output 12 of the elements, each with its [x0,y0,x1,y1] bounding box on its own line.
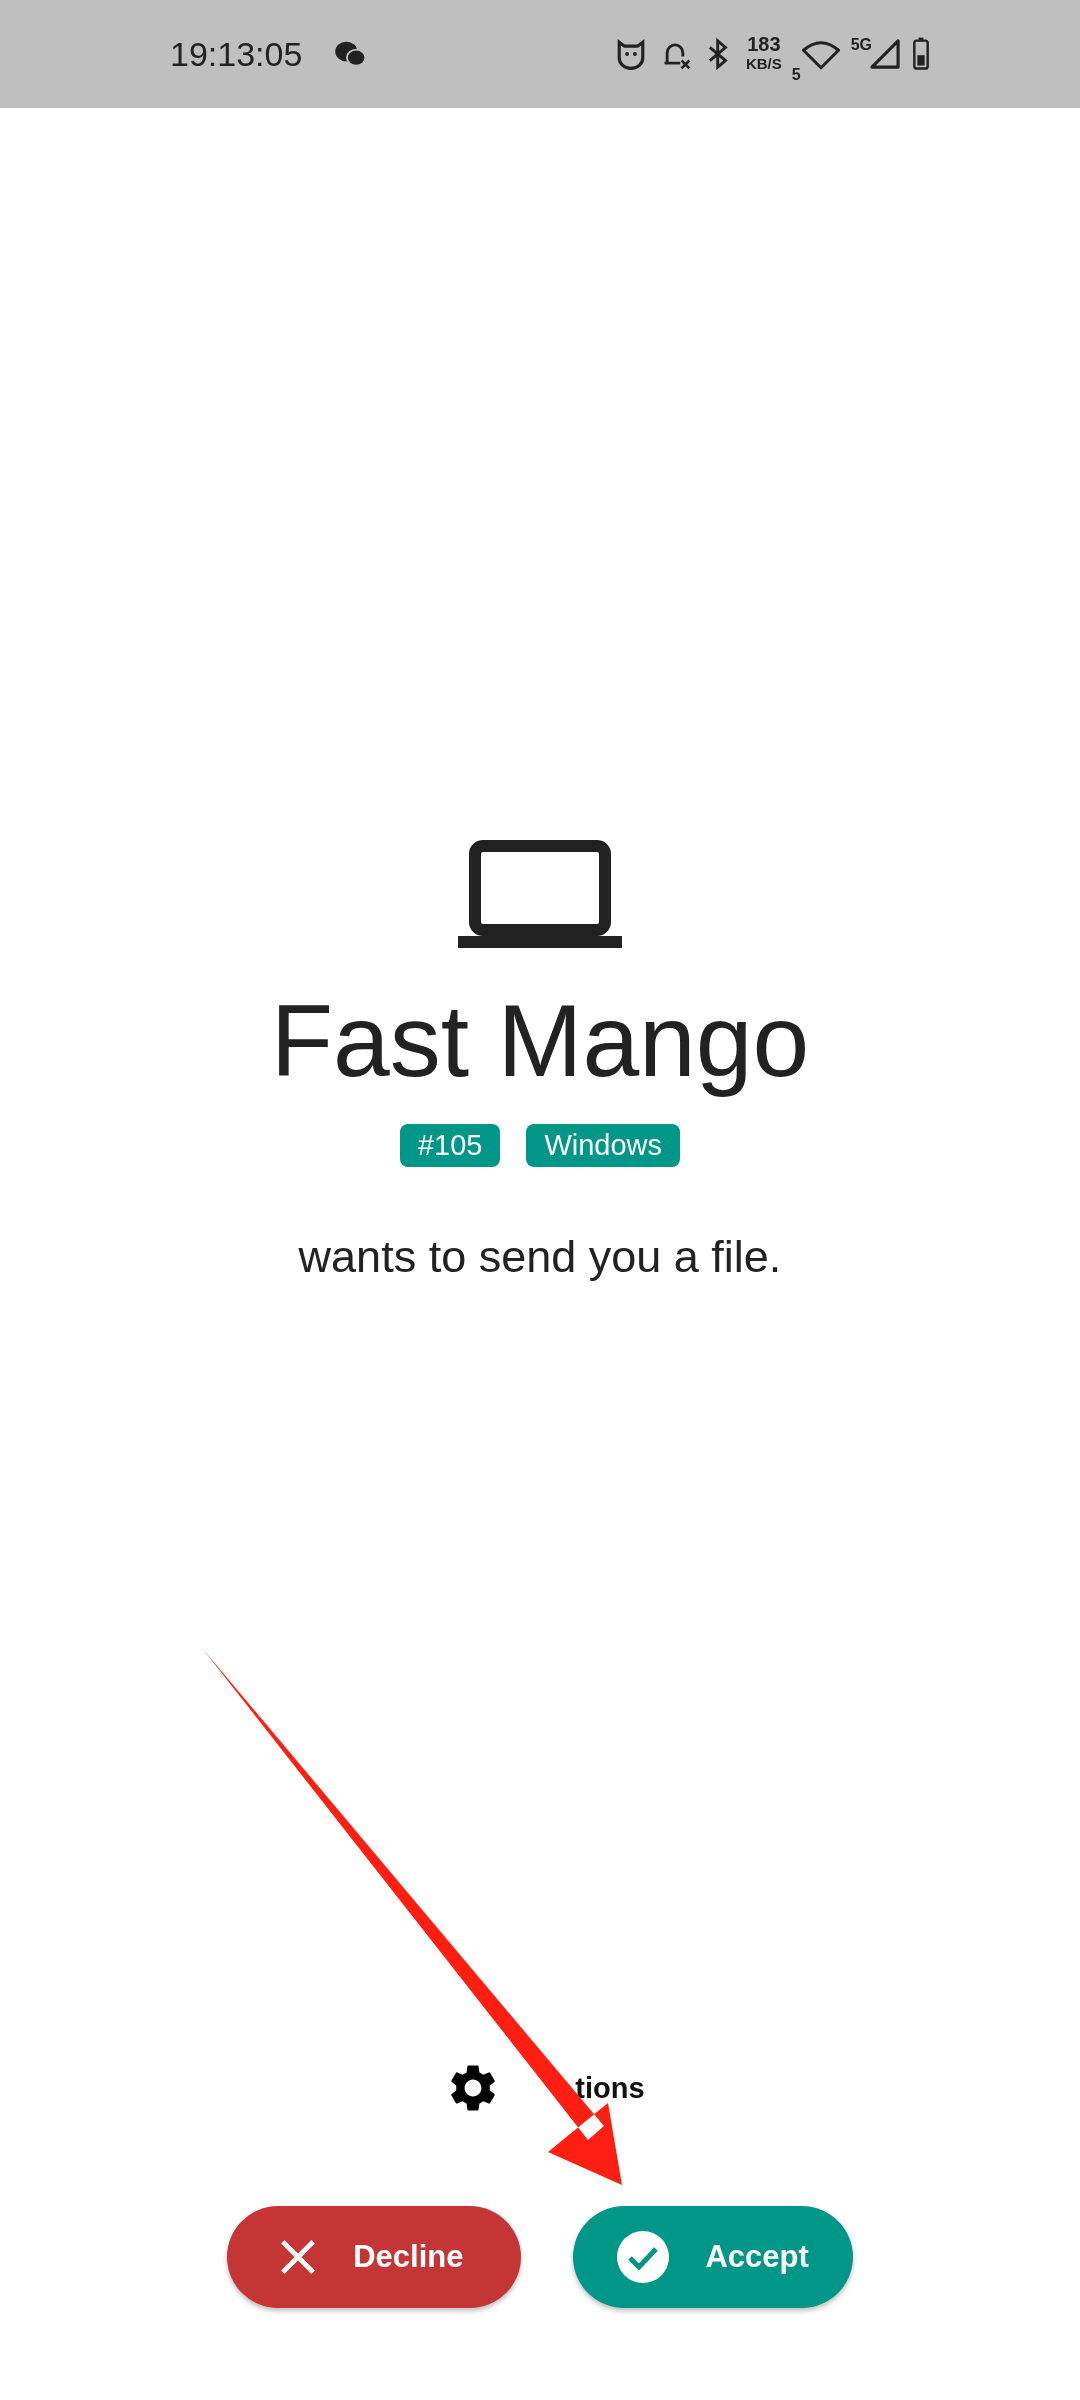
clock-time: 19:13:05 [170,34,303,74]
device-tag: #105 [399,1124,501,1168]
request-message: wants to send you a file. [298,1231,782,1284]
options-button[interactable]: tions [441,2056,649,2120]
network-type-label: 5G [850,36,872,54]
wifi-band-label: 5 [791,66,801,84]
accept-button[interactable]: Accept [573,2206,853,2308]
device-tag: Windows [526,1124,681,1168]
speed-value: 183 [747,35,781,54]
decline-button[interactable]: Decline [227,2206,522,2308]
device-name: Fast Mango [270,983,810,1100]
speed-unit: KB/S [745,54,782,73]
